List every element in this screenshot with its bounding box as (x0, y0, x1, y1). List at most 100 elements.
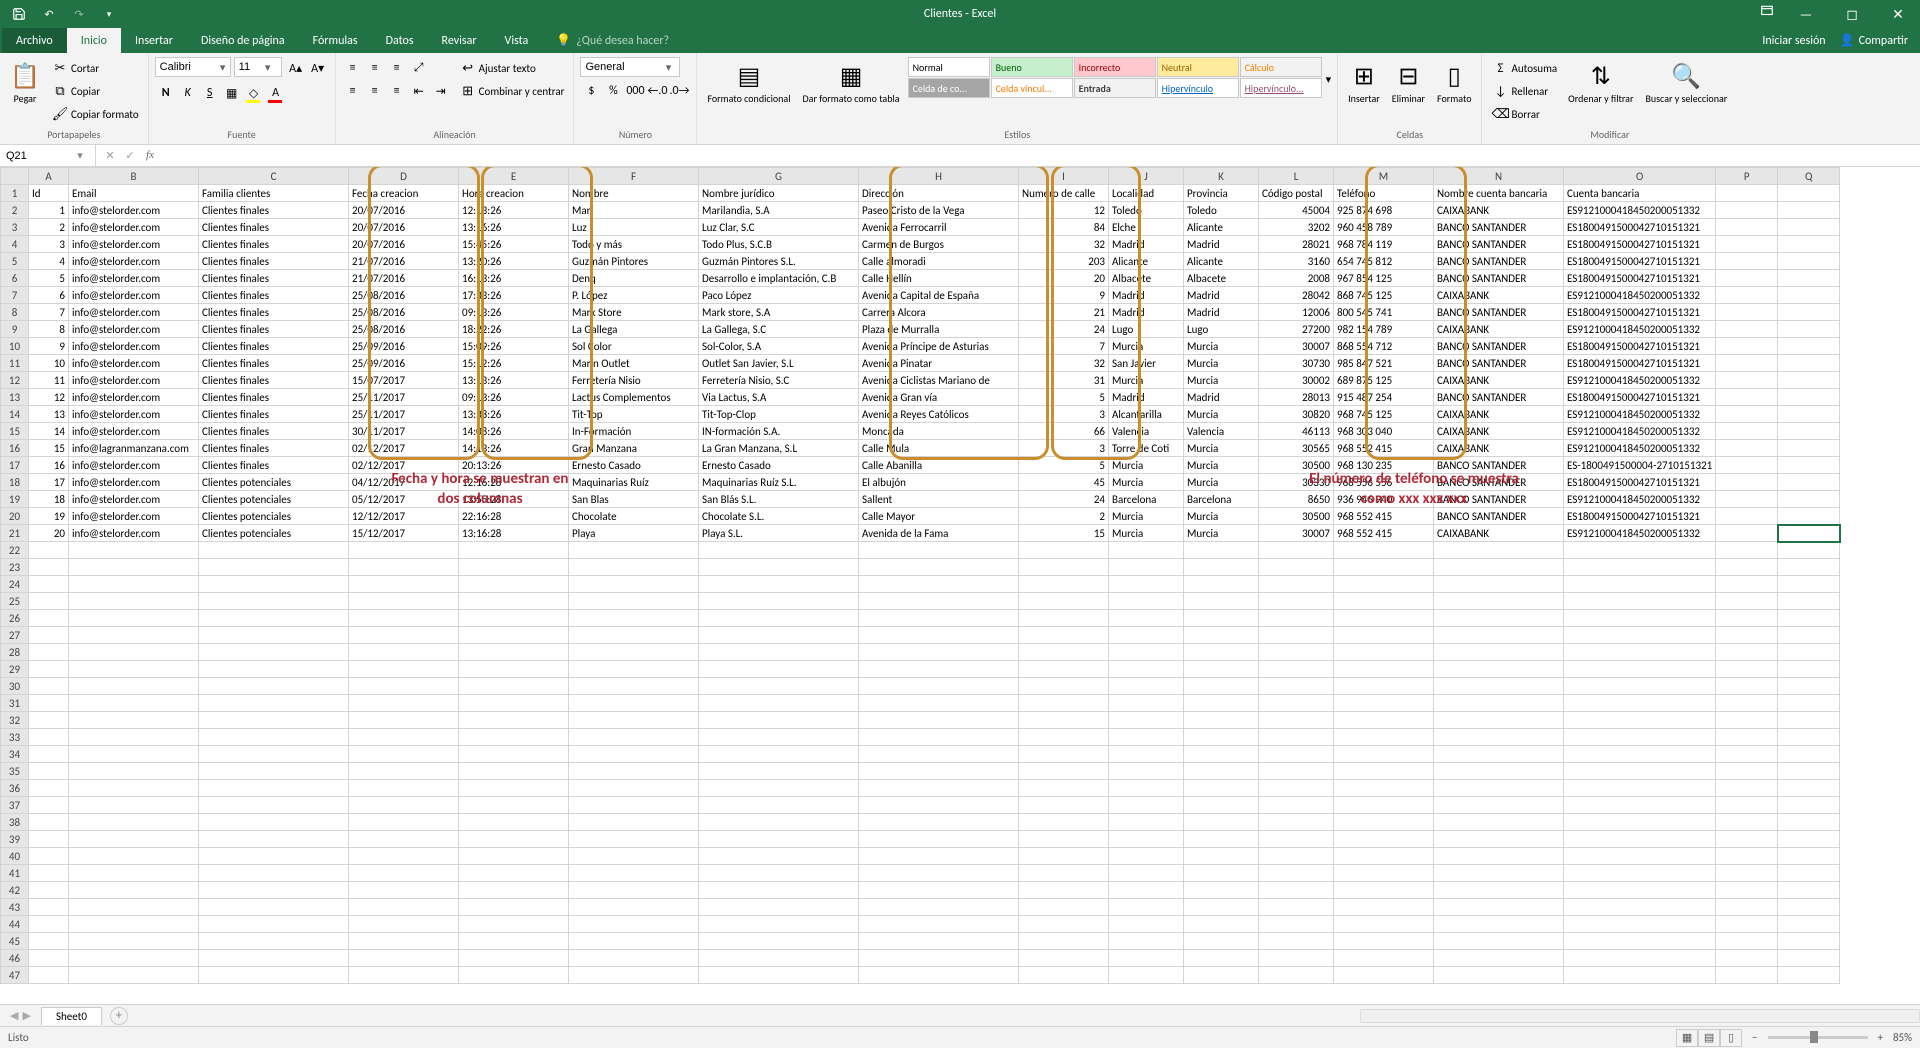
sort-filter-button[interactable]: ⇅Ordenar y filtrar (1564, 57, 1637, 106)
cell-Q42[interactable] (1778, 882, 1840, 899)
cell-E16[interactable]: 14:13:26 (459, 440, 569, 457)
cell-H21[interactable]: Avenida de la Fama (859, 525, 1019, 542)
cell-A7[interactable]: 6 (29, 287, 69, 304)
cell-M4[interactable]: 968 784 119 (1334, 236, 1434, 253)
row-header-15[interactable]: 15 (1, 423, 29, 440)
row-header-26[interactable]: 26 (1, 610, 29, 627)
cell-I29[interactable] (1019, 661, 1109, 678)
orientation-icon[interactable]: ⤢ (408, 57, 430, 79)
row-header-47[interactable]: 47 (1, 967, 29, 984)
cell-K6[interactable]: Albacete (1184, 270, 1259, 287)
cell-M27[interactable] (1334, 627, 1434, 644)
cell-K20[interactable]: Murcia (1184, 508, 1259, 525)
row-header-16[interactable]: 16 (1, 440, 29, 457)
decimal-decrease-icon[interactable]: .0→ (668, 80, 690, 102)
cell-I8[interactable]: 21 (1019, 304, 1109, 321)
cell-A11[interactable]: 10 (29, 355, 69, 372)
cell-B18[interactable]: info@stelorder.com (69, 474, 199, 491)
cell-O23[interactable] (1564, 559, 1716, 576)
cell-P5[interactable] (1716, 253, 1778, 270)
clear-button[interactable]: ⌫Borrar (1488, 103, 1560, 125)
cell-Q1[interactable] (1778, 185, 1840, 202)
normal-view-icon[interactable]: ▦ (1676, 1029, 1698, 1047)
cell-A26[interactable] (29, 610, 69, 627)
row-header-40[interactable]: 40 (1, 848, 29, 865)
cell-H14[interactable]: Avenida Reyes Católicos (859, 406, 1019, 423)
cell-O47[interactable] (1564, 967, 1716, 984)
cell-I24[interactable] (1019, 576, 1109, 593)
row-header-45[interactable]: 45 (1, 933, 29, 950)
cell-J13[interactable]: Madrid (1109, 389, 1184, 406)
cell-O21[interactable]: ES9121000418450200051332 (1564, 525, 1716, 542)
cell-A3[interactable]: 2 (29, 219, 69, 236)
cell-C10[interactable]: Clientes finales (199, 338, 349, 355)
cell-C27[interactable] (199, 627, 349, 644)
cell-F7[interactable]: P. López (569, 287, 699, 304)
cell-Q29[interactable] (1778, 661, 1840, 678)
cell-M16[interactable]: 968 552 415 (1334, 440, 1434, 457)
cell-Q43[interactable] (1778, 899, 1840, 916)
cell-B34[interactable] (69, 746, 199, 763)
cell-G36[interactable] (699, 780, 859, 797)
cell-I11[interactable]: 32 (1019, 355, 1109, 372)
cell-Q19[interactable] (1778, 491, 1840, 508)
cell-M42[interactable] (1334, 882, 1434, 899)
cell-O1[interactable]: Cuenta bancaria (1564, 185, 1716, 202)
cell-I44[interactable] (1019, 916, 1109, 933)
cell-G42[interactable] (699, 882, 859, 899)
cell-D47[interactable] (349, 967, 459, 984)
cell-O40[interactable] (1564, 848, 1716, 865)
cell-F24[interactable] (569, 576, 699, 593)
cell-C25[interactable] (199, 593, 349, 610)
percent-icon[interactable]: % (602, 80, 624, 102)
cell-I3[interactable]: 84 (1019, 219, 1109, 236)
col-header-E[interactable]: E (459, 168, 569, 185)
cell-G43[interactable] (699, 899, 859, 916)
cell-M11[interactable]: 985 847 521 (1334, 355, 1434, 372)
cell-O16[interactable]: ES9121000418450200051332 (1564, 440, 1716, 457)
cell-H41[interactable] (859, 865, 1019, 882)
cell-P47[interactable] (1716, 967, 1778, 984)
cell-L4[interactable]: 28021 (1259, 236, 1334, 253)
cell-C37[interactable] (199, 797, 349, 814)
cell-G21[interactable]: Playa S.L. (699, 525, 859, 542)
cell-H7[interactable]: Avenida Capital de España (859, 287, 1019, 304)
cell-L31[interactable] (1259, 695, 1334, 712)
cell-C32[interactable] (199, 712, 349, 729)
cell-H32[interactable] (859, 712, 1019, 729)
row-header-5[interactable]: 5 (1, 253, 29, 270)
cell-A40[interactable] (29, 848, 69, 865)
cell-I33[interactable] (1019, 729, 1109, 746)
cell-J28[interactable] (1109, 644, 1184, 661)
cell-Q34[interactable] (1778, 746, 1840, 763)
cell-L26[interactable] (1259, 610, 1334, 627)
cell-E10[interactable]: 15:09:26 (459, 338, 569, 355)
cell-Q45[interactable] (1778, 933, 1840, 950)
cell-N5[interactable]: BANCO SANTANDER (1434, 253, 1564, 270)
cell-J32[interactable] (1109, 712, 1184, 729)
cell-A42[interactable] (29, 882, 69, 899)
cell-N41[interactable] (1434, 865, 1564, 882)
cell-P38[interactable] (1716, 814, 1778, 831)
cell-N35[interactable] (1434, 763, 1564, 780)
cell-P9[interactable] (1716, 321, 1778, 338)
cell-F30[interactable] (569, 678, 699, 695)
cell-Q26[interactable] (1778, 610, 1840, 627)
cell-H26[interactable] (859, 610, 1019, 627)
cell-M21[interactable]: 968 552 415 (1334, 525, 1434, 542)
cell-H44[interactable] (859, 916, 1019, 933)
cell-C3[interactable]: Clientes finales (199, 219, 349, 236)
cell-D45[interactable] (349, 933, 459, 950)
cell-P33[interactable] (1716, 729, 1778, 746)
cell-C9[interactable]: Clientes finales (199, 321, 349, 338)
cell-I14[interactable]: 3 (1019, 406, 1109, 423)
cell-B21[interactable]: info@stelorder.com (69, 525, 199, 542)
cell-D30[interactable] (349, 678, 459, 695)
cell-K14[interactable]: Murcia (1184, 406, 1259, 423)
cell-L17[interactable]: 30500 (1259, 457, 1334, 474)
cell-P17[interactable] (1716, 457, 1778, 474)
cut-button[interactable]: ✂Cortar (48, 57, 142, 79)
cell-Q31[interactable] (1778, 695, 1840, 712)
cell-E33[interactable] (459, 729, 569, 746)
cell-O11[interactable]: ES1800491500042710151321 (1564, 355, 1716, 372)
